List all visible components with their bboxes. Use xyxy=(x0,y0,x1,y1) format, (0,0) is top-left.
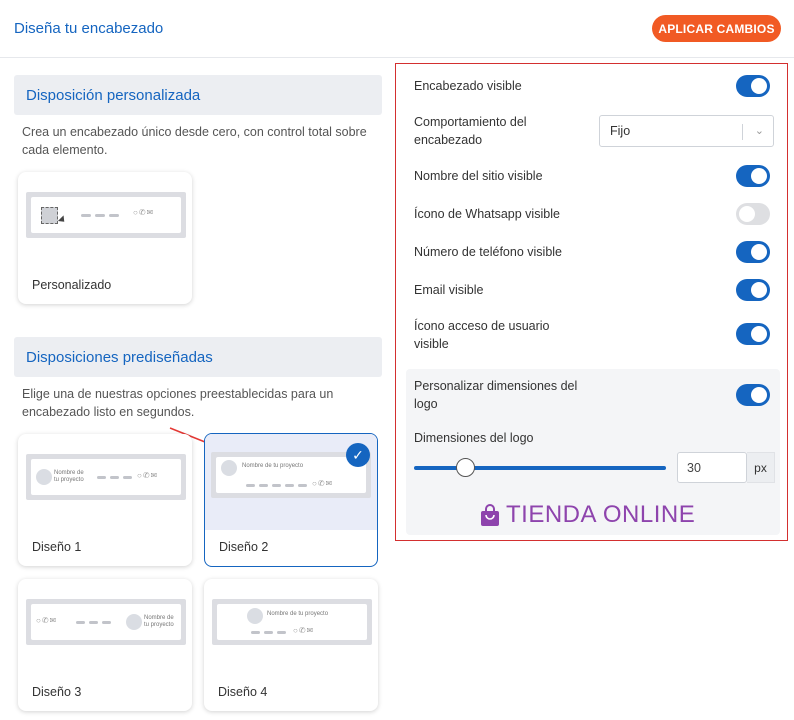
header-visible-toggle[interactable] xyxy=(736,75,770,97)
design-2-thumbnail: Nombre de tu proyecto ○✆✉ ✓ xyxy=(205,434,377,530)
predesigned-layouts-description: Elige una de nuestras opciones preestabl… xyxy=(22,387,334,419)
layout-card-design-1[interactable]: Nombre de tu proyecto ○✆✉ Diseño 1 xyxy=(18,434,192,566)
card-label: Diseño 1 xyxy=(32,540,82,554)
logo-size-slider[interactable] xyxy=(414,466,666,470)
page-title: Diseña tu encabezado xyxy=(14,20,164,37)
header-behavior-value: Fijo xyxy=(610,124,631,138)
logo-size-slider-handle[interactable] xyxy=(456,458,475,477)
shopping-bag-icon xyxy=(481,504,499,526)
brand-preview: TIENDA ONLINE xyxy=(480,501,695,529)
contact-icons: ○✆✉ xyxy=(293,626,315,635)
header-behavior-label: Comportamiento del encabezado xyxy=(414,115,527,147)
site-name-visible-toggle[interactable] xyxy=(736,165,770,187)
user-access-visible-toggle[interactable] xyxy=(736,323,770,345)
layout-card-design-4[interactable]: Nombre de tu proyecto ○✆✉ Diseño 4 xyxy=(204,579,378,711)
contact-icons: ○✆✉ xyxy=(36,616,58,625)
custom-logo-size-label: Personalizar dimensiones del logo xyxy=(414,379,578,411)
header-settings-panel: Encabezado visible Comportamiento del en… xyxy=(395,63,788,541)
custom-layout-heading: Disposición personalizada xyxy=(14,75,382,115)
layout-card-design-2[interactable]: Nombre de tu proyecto ○✆✉ ✓ Diseño 2 xyxy=(204,433,378,567)
phone-visible-toggle[interactable] xyxy=(736,241,770,263)
layout-card-custom[interactable]: ○✆✉ Personalizado xyxy=(18,172,192,304)
card-label: Diseño 4 xyxy=(218,685,268,699)
custom-logo-size-toggle[interactable] xyxy=(736,384,770,406)
email-visible-label: Email visible xyxy=(414,283,484,297)
project-name-line1: Nombre de xyxy=(144,615,174,621)
whatsapp-visible-toggle[interactable] xyxy=(736,203,770,225)
brand-name: TIENDA ONLINE xyxy=(506,501,696,528)
custom-thumbnail: ○✆✉ xyxy=(18,172,192,268)
project-name: Nombre de tu proyecto xyxy=(242,463,304,469)
selected-check-icon: ✓ xyxy=(346,443,370,467)
contact-icons: ○✆✉ xyxy=(312,479,334,488)
custom-layout-description: Crea un encabezado único desde cero, con… xyxy=(22,125,367,157)
site-name-visible-label: Nombre del sitio visible xyxy=(414,169,543,183)
phone-visible-label: Número de teléfono visible xyxy=(414,245,562,259)
apply-changes-button[interactable]: APLICAR CAMBIOS xyxy=(652,15,781,42)
predesigned-layouts-heading: Disposiciones prediseñadas xyxy=(14,337,382,377)
card-label: Diseño 3 xyxy=(32,685,82,699)
design-4-thumbnail: Nombre de tu proyecto ○✆✉ xyxy=(204,579,378,675)
logo-size-panel: Personalizar dimensiones del logo Dimens… xyxy=(406,369,780,535)
project-name-line1: Nombre de xyxy=(54,470,84,476)
user-access-visible-label: Ícono acceso de usuario visible xyxy=(414,319,550,351)
header-visible-label: Encabezado visible xyxy=(414,79,522,93)
logo-size-label: Dimensiones del logo xyxy=(414,431,534,445)
header-behavior-select[interactable]: Fijo ⌄ xyxy=(599,115,774,147)
contact-icons: ○✆✉ xyxy=(137,471,159,480)
design-3-thumbnail: ○✆✉ Nombre de tu proyecto xyxy=(18,579,192,675)
email-visible-toggle[interactable] xyxy=(736,279,770,301)
logo-size-input[interactable]: 30 xyxy=(677,452,747,483)
logo-size-unit: px xyxy=(747,452,775,483)
whatsapp-visible-label: Ícono de Whatsapp visible xyxy=(414,207,560,221)
layout-card-design-3[interactable]: ○✆✉ Nombre de tu proyecto Diseño 3 xyxy=(18,579,192,711)
card-label: Personalizado xyxy=(32,278,112,292)
chevron-down-icon: ⌄ xyxy=(754,125,764,137)
selection-box-icon xyxy=(41,207,58,224)
design-1-thumbnail: Nombre de tu proyecto ○✆✉ xyxy=(18,434,192,530)
cursor-icon xyxy=(57,215,68,225)
project-name-line2: tu proyecto xyxy=(54,477,84,483)
project-name: Nombre de tu proyecto xyxy=(267,611,329,617)
contact-icons: ○✆✉ xyxy=(133,208,155,217)
card-label: Diseño 2 xyxy=(219,540,269,554)
top-bar: Diseña tu encabezado APLICAR CAMBIOS xyxy=(0,0,794,58)
project-name-line2: tu proyecto xyxy=(144,622,174,628)
